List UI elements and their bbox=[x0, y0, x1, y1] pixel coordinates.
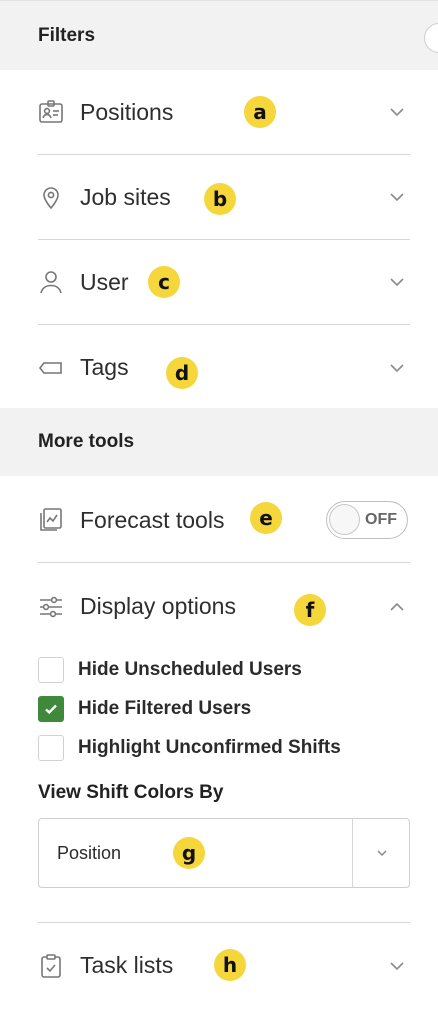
checkbox[interactable] bbox=[38, 734, 64, 761]
filter-positions-label: Positions bbox=[80, 98, 174, 125]
option-label: Hide Unscheduled Users bbox=[78, 658, 302, 680]
chevron-down-icon[interactable] bbox=[388, 273, 406, 291]
checkbox-checked[interactable] bbox=[38, 695, 64, 722]
filters-title: Filters bbox=[38, 24, 96, 46]
callout-badge-f: f bbox=[294, 594, 326, 626]
callout-badge-e: e bbox=[250, 502, 282, 534]
chevron-down-icon[interactable] bbox=[388, 188, 406, 206]
filter-tags[interactable]: Tags d bbox=[38, 325, 410, 410]
filter-user[interactable]: User c bbox=[38, 240, 410, 325]
callout-badge-d: d bbox=[166, 357, 198, 389]
view-shift-colors-label: View Shift Colors By bbox=[38, 782, 224, 803]
map-pin-icon bbox=[38, 184, 64, 210]
clipboard-icon bbox=[38, 953, 64, 979]
checkbox[interactable] bbox=[38, 656, 64, 683]
chevron-up-icon[interactable] bbox=[388, 598, 406, 616]
sliders-icon bbox=[38, 594, 64, 620]
forecast-tools-label: Forecast tools bbox=[80, 506, 225, 533]
tag-icon bbox=[38, 355, 64, 381]
callout-badge-g: g bbox=[173, 837, 205, 869]
callout-badge-h: h bbox=[214, 949, 246, 981]
filter-job-sites[interactable]: Job sites b bbox=[38, 155, 410, 240]
option-hide-unscheduled[interactable]: Hide Unscheduled Users bbox=[38, 650, 410, 689]
option-hide-filtered[interactable]: Hide Filtered Users bbox=[38, 689, 410, 728]
more-tools-header: More tools bbox=[0, 408, 438, 476]
callout-badge-a: a bbox=[244, 96, 276, 128]
chevron-down-icon[interactable] bbox=[388, 957, 406, 975]
forecast-tools-row: Forecast tools e OFF bbox=[38, 478, 410, 563]
option-label: Highlight Unconfirmed Shifts bbox=[78, 736, 341, 758]
chevron-down-icon[interactable] bbox=[388, 359, 406, 377]
forecast-icon bbox=[38, 507, 64, 533]
display-options-row[interactable]: Display options f bbox=[38, 564, 410, 649]
chevron-down-icon[interactable] bbox=[388, 103, 406, 121]
display-options-label: Display options bbox=[80, 593, 236, 619]
callout-badge-c: c bbox=[148, 266, 180, 298]
shift-colors-select[interactable]: Position g bbox=[38, 818, 410, 888]
filters-header: Filters bbox=[0, 0, 438, 70]
filter-tags-label: Tags bbox=[80, 354, 129, 380]
filter-positions[interactable]: Positions a bbox=[38, 70, 410, 155]
select-separator bbox=[351, 819, 353, 887]
id-card-icon bbox=[38, 99, 64, 125]
option-label: Hide Filtered Users bbox=[78, 697, 252, 719]
filter-job-sites-label: Job sites bbox=[80, 183, 171, 210]
task-lists-label: Task lists bbox=[80, 952, 174, 978]
option-highlight-unconfirmed[interactable]: Highlight Unconfirmed Shifts bbox=[38, 728, 410, 767]
filter-user-label: User bbox=[80, 268, 129, 295]
task-lists-row[interactable]: Task lists h bbox=[38, 923, 410, 1008]
chevron-down-icon[interactable] bbox=[375, 846, 389, 860]
forecast-toggle[interactable]: OFF bbox=[326, 501, 408, 539]
header-action-button[interactable] bbox=[424, 23, 438, 53]
toggle-state-text: OFF bbox=[365, 511, 397, 528]
display-options-list: Hide Unscheduled Users Hide Filtered Use… bbox=[38, 650, 410, 767]
user-icon bbox=[38, 269, 64, 295]
callout-badge-b: b bbox=[204, 183, 236, 215]
toggle-knob bbox=[329, 504, 360, 535]
check-icon bbox=[45, 704, 57, 714]
more-tools-title: More tools bbox=[38, 431, 135, 452]
select-value: Position bbox=[57, 843, 122, 863]
